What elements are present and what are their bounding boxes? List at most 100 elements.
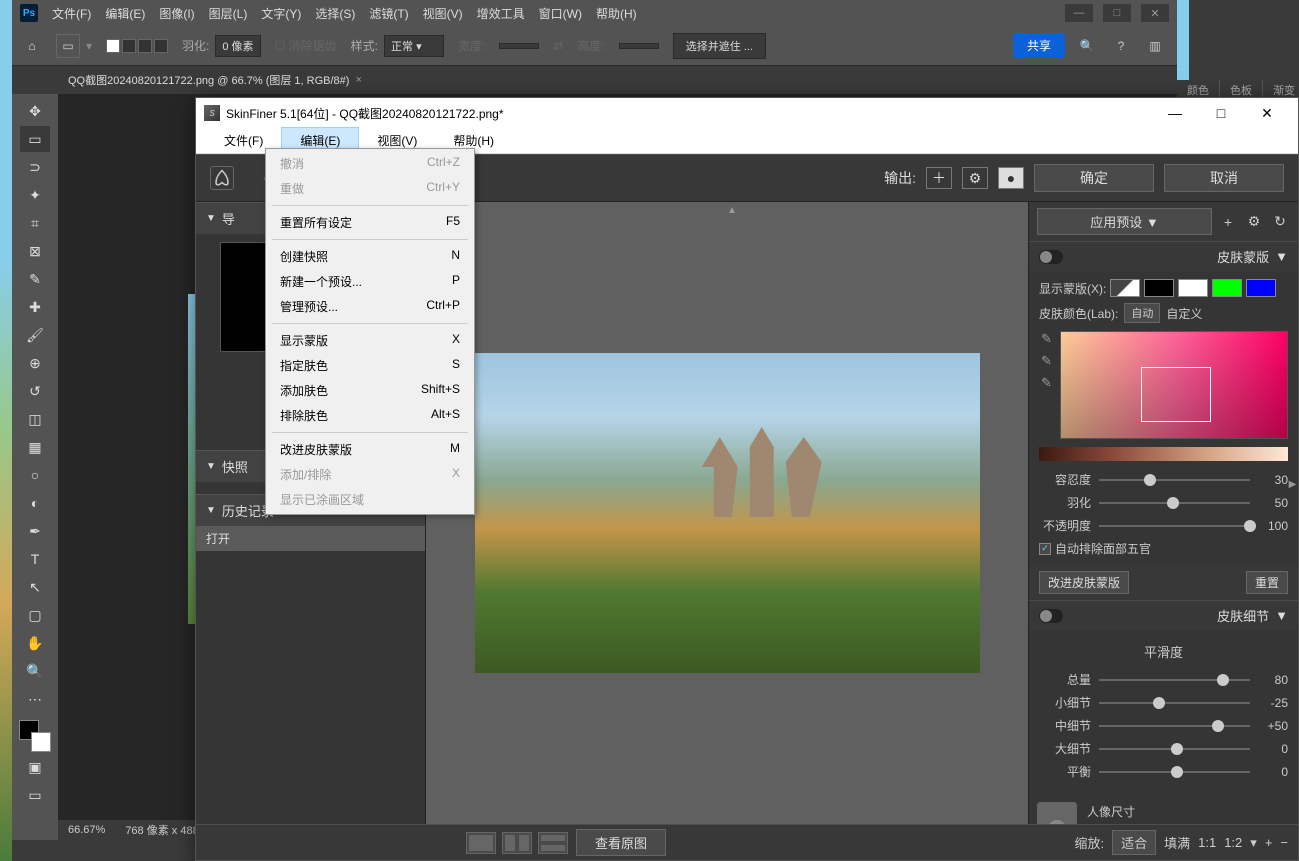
ps-menu-layer[interactable]: 图层(L) [209, 5, 248, 22]
stamp-tool-icon[interactable]: ⊕ [20, 350, 50, 376]
history-item-open[interactable]: 打开 [196, 526, 425, 551]
lab-auto-button[interactable]: 自动 [1124, 303, 1160, 323]
dodge-tool-icon[interactable]: ◐ [20, 490, 50, 516]
ps-menu-window[interactable]: 窗口(W) [539, 5, 582, 22]
sf-minimize-button[interactable]: — [1152, 98, 1198, 128]
menu-item-重置所有设定[interactable]: 重置所有设定F5 [266, 210, 474, 235]
mask-swatch-blue[interactable] [1246, 279, 1276, 297]
lasso-tool-icon[interactable]: ⊃ [20, 154, 50, 180]
lab-selection-box[interactable] [1141, 367, 1211, 422]
hand-tool-icon[interactable]: ✋ [20, 630, 50, 656]
improve-mask-button[interactable]: 改进皮肤蒙版 [1039, 571, 1129, 594]
zoom-12-button[interactable]: 1:2 [1224, 835, 1242, 850]
gear-icon[interactable]: ⚙ [1244, 212, 1264, 232]
skinmask-section-head[interactable]: 皮肤蒙版 ▼ [1029, 241, 1298, 271]
view-split-v-button[interactable] [502, 832, 532, 854]
selection-mode-buttons[interactable] [106, 39, 168, 53]
skindetail-toggle[interactable] [1039, 609, 1063, 623]
close-icon[interactable]: × [355, 74, 361, 86]
brush-tool-icon[interactable]: 🖌 [20, 322, 50, 348]
preset-dropdown[interactable]: 应用预设 ▼ [1037, 208, 1212, 235]
ps-minimize-button[interactable]: — [1065, 4, 1093, 22]
screenmode-icon[interactable]: ▭ [20, 782, 50, 808]
output-mask-icon[interactable]: ● [998, 167, 1024, 189]
share-button[interactable]: 共享 [1013, 33, 1065, 58]
document-tab[interactable]: QQ截图20240820121722.png @ 66.7% (图层 1, RG… [58, 66, 372, 94]
sf-close-button[interactable]: ✕ [1244, 98, 1290, 128]
lab-custom-button[interactable]: 自定义 [1166, 305, 1202, 322]
select-and-mask-button[interactable]: 选择并遮住 ... [673, 33, 766, 59]
ps-menu-help[interactable]: 帮助(H) [596, 5, 637, 22]
color-swatches[interactable] [19, 720, 51, 752]
ps-menu-type[interactable]: 文字(Y) [261, 5, 301, 22]
mask-slider-1[interactable] [1099, 502, 1250, 504]
history-brush-icon[interactable]: ↺ [20, 378, 50, 404]
ps-close-button[interactable]: ✕ [1141, 4, 1169, 22]
menu-item-创建快照[interactable]: 创建快照N [266, 244, 474, 269]
sf-canvas[interactable]: ▲ [426, 202, 1028, 824]
wand-tool-icon[interactable]: ✦ [20, 182, 50, 208]
move-tool-icon[interactable]: ✥ [20, 98, 50, 124]
mask-swatch-green[interactable] [1212, 279, 1242, 297]
detail-slider-1[interactable] [1099, 702, 1250, 704]
remove-pick-icon[interactable]: ✎ [1041, 375, 1052, 391]
zoom-fit-button[interactable]: 适合 [1112, 830, 1156, 855]
more-tools-icon[interactable]: ⋯ [20, 686, 50, 712]
gradient-tool-icon[interactable]: ▦ [20, 434, 50, 460]
eyedropper-tool-icon[interactable]: ✎ [20, 266, 50, 292]
menu-item-指定肤色[interactable]: 指定肤色S [266, 353, 474, 378]
quickmask-icon[interactable]: ▣ [20, 754, 50, 780]
skinmask-toggle[interactable] [1039, 250, 1063, 264]
sf-maximize-button[interactable]: □ [1198, 98, 1244, 128]
workspace-icon[interactable]: ▥ [1143, 34, 1167, 58]
ps-maximize-button[interactable]: □ [1103, 4, 1131, 22]
output-add-icon[interactable]: ＋ [926, 167, 952, 189]
feather-input[interactable]: 0 像素 [215, 35, 260, 57]
chevron-right-icon[interactable]: ▶ [1287, 479, 1298, 490]
add-pick-icon[interactable]: ✎ [1041, 353, 1052, 369]
pick-icon[interactable]: ✎ [1041, 331, 1052, 347]
mask-slider-2[interactable] [1099, 525, 1250, 527]
search-icon[interactable]: 🔍 [1075, 34, 1099, 58]
chevron-down-icon[interactable]: ▾ [1250, 835, 1257, 851]
reset-mask-button[interactable]: 重置 [1246, 571, 1288, 594]
heal-tool-icon[interactable]: ✚ [20, 294, 50, 320]
mask-swatch-split[interactable] [1110, 279, 1140, 297]
zoom-tool-icon[interactable]: 🔍 [20, 658, 50, 684]
ok-button[interactable]: 确定 [1034, 164, 1154, 192]
marquee-tool-icon[interactable]: ▭ [20, 126, 50, 152]
antialias-checkbox[interactable]: ☐ 消除锯齿 [275, 37, 337, 54]
output-settings-icon[interactable]: ⚙ [962, 167, 988, 189]
pen-tool-icon[interactable]: ✒ [20, 518, 50, 544]
view-split-h-button[interactable] [538, 832, 568, 854]
ps-menu-plugins[interactable]: 增效工具 [477, 5, 525, 22]
skindetail-section-head[interactable]: 皮肤细节 ▼ [1029, 600, 1298, 630]
ps-menu-edit[interactable]: 编辑(E) [105, 5, 145, 22]
menu-item-改进皮肤蒙版[interactable]: 改进皮肤蒙版M [266, 437, 474, 462]
zoom-level[interactable]: 66.67% [68, 824, 105, 836]
leaf-tool-icon[interactable] [210, 166, 234, 190]
menu-item-添加肤色[interactable]: 添加肤色Shift+S [266, 378, 474, 403]
lab-color-picker[interactable] [1060, 331, 1288, 439]
add-preset-icon[interactable]: + [1218, 212, 1238, 232]
menu-item-排除肤色[interactable]: 排除肤色Alt+S [266, 403, 474, 428]
marquee-tool-icon[interactable]: ▭ [56, 34, 80, 58]
mask-swatch-black[interactable] [1144, 279, 1174, 297]
help-icon[interactable]: ? [1109, 34, 1133, 58]
exclude-features-checkbox[interactable]: ✓ [1039, 543, 1051, 555]
ps-menu-image[interactable]: 图像(I) [159, 5, 194, 22]
ps-menu-filter[interactable]: 滤镜(T) [369, 5, 408, 22]
detail-slider-3[interactable] [1099, 748, 1250, 750]
chevron-up-icon[interactable]: ▲ [727, 205, 737, 216]
ps-menu-select[interactable]: 选择(S) [315, 5, 355, 22]
menu-item-管理预设...[interactable]: 管理预设...Ctrl+P [266, 294, 474, 319]
eraser-tool-icon[interactable]: ◫ [20, 406, 50, 432]
style-select[interactable]: 正常 ▾ [384, 35, 444, 57]
crop-tool-icon[interactable]: ⌗ [20, 210, 50, 236]
view-single-button[interactable] [466, 832, 496, 854]
type-tool-icon[interactable]: T [20, 546, 50, 572]
mask-slider-0[interactable] [1099, 479, 1250, 481]
frame-tool-icon[interactable]: ⊠ [20, 238, 50, 264]
detail-slider-0[interactable] [1099, 679, 1250, 681]
path-tool-icon[interactable]: ↖ [20, 574, 50, 600]
